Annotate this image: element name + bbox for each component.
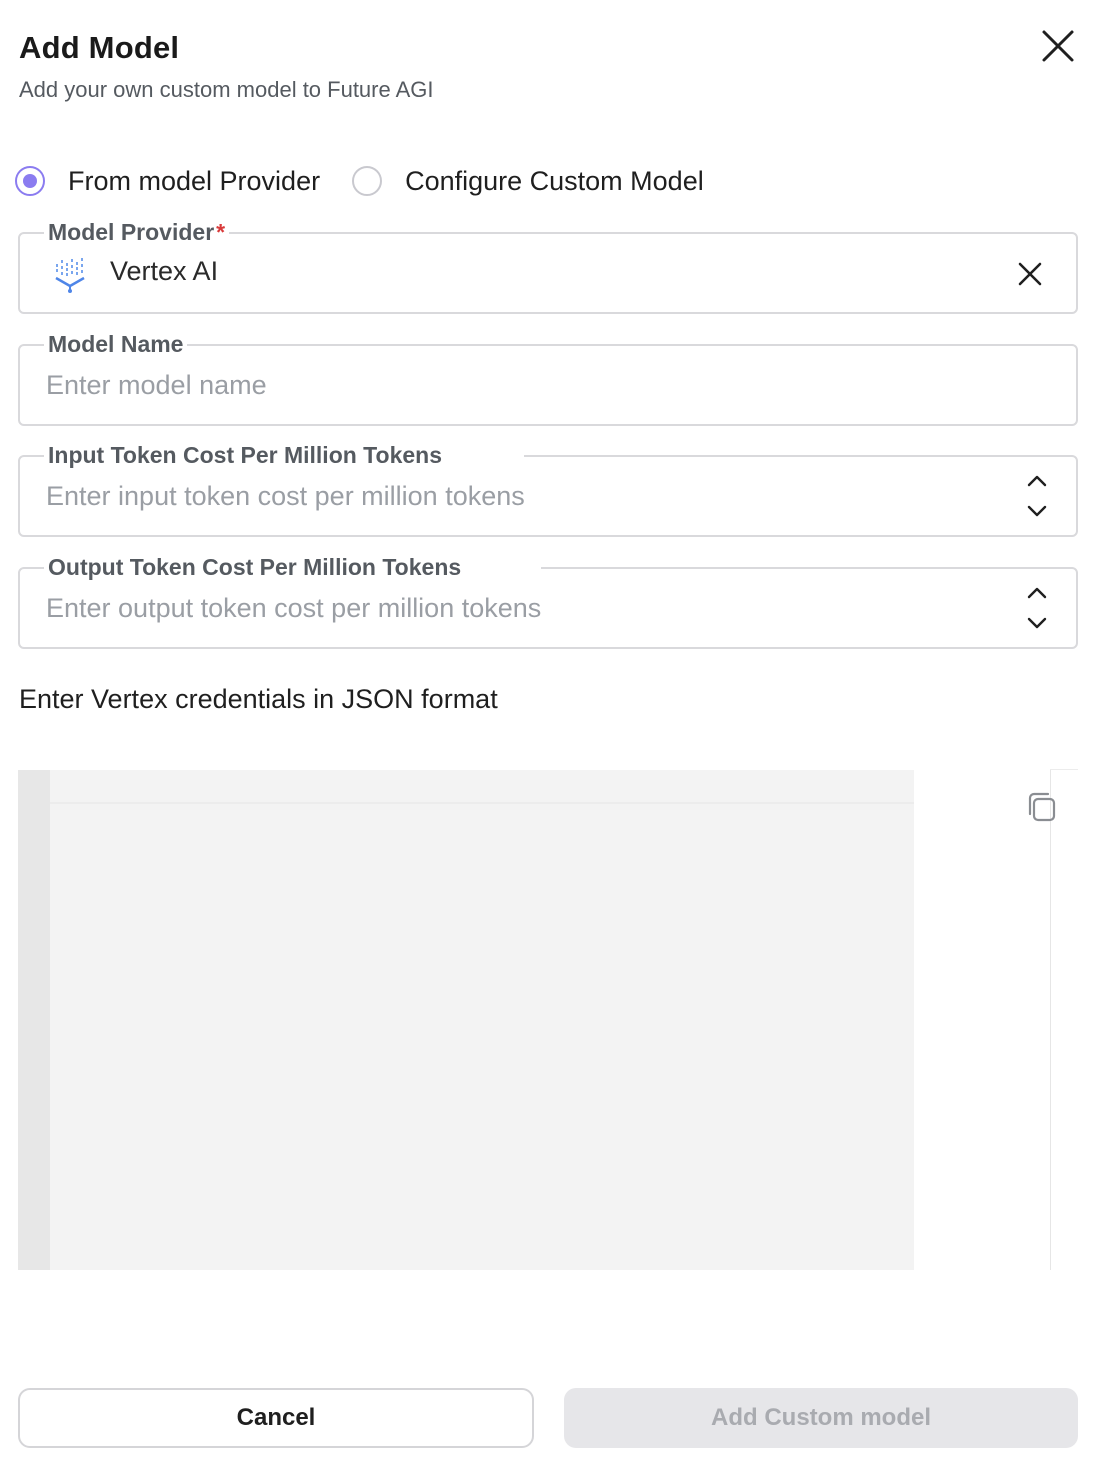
model-provider-select[interactable]: Model Provider* Vertex AI	[18, 217, 1078, 314]
model-source-radio-group: From model Provider Configure Custom Mod…	[15, 162, 704, 200]
vertex-ai-logo-icon	[52, 254, 90, 294]
radio-unchecked-icon[interactable]	[352, 166, 383, 196]
add-custom-model-button[interactable]: Add Custom model	[564, 1388, 1078, 1448]
radio-label: Configure Custom Model	[405, 165, 704, 196]
divider	[1050, 769, 1078, 770]
chevron-down-icon[interactable]	[1024, 613, 1050, 633]
dialog-title: Add Model	[19, 30, 180, 65]
field-label: Model Name	[44, 329, 188, 359]
close-icon[interactable]	[1038, 26, 1078, 66]
json-code-editor[interactable]	[18, 770, 914, 1270]
radio-label: From model Provider	[68, 165, 321, 196]
model-name-field: Model Name	[18, 329, 1078, 426]
field-label: Model Provider*	[44, 217, 230, 247]
model-provider-value: Vertex AI	[110, 256, 219, 286]
quantity-stepper	[1024, 583, 1050, 635]
input-token-cost-input[interactable]	[46, 479, 946, 513]
editor-gutter	[18, 770, 50, 1270]
copy-icon[interactable]	[1026, 790, 1058, 824]
radio-configure-custom-model[interactable]: Configure Custom Model	[352, 166, 704, 197]
credentials-prompt: Enter Vertex credentials in JSON format	[19, 684, 498, 714]
output-token-cost-field: Output Token Cost Per Million Tokens	[18, 552, 1078, 649]
add-model-dialog: Add Model Add your own custom model to F…	[0, 0, 1116, 1476]
required-asterisk: *	[216, 219, 226, 245]
radio-from-model-provider[interactable]: From model Provider	[15, 166, 320, 197]
input-token-cost-field: Input Token Cost Per Million Tokens	[18, 440, 1078, 537]
editor-active-line[interactable]	[50, 770, 914, 804]
dialog-subtitle: Add your own custom model to Future AGI	[19, 77, 434, 102]
field-label: Input Token Cost Per Million Tokens	[44, 440, 524, 470]
cancel-button[interactable]: Cancel	[18, 1388, 534, 1448]
chevron-up-icon[interactable]	[1024, 583, 1050, 603]
chevron-down-icon[interactable]	[1024, 501, 1050, 521]
clear-icon[interactable]	[1016, 260, 1044, 288]
field-label: Output Token Cost Per Million Tokens	[44, 552, 542, 582]
quantity-stepper	[1024, 471, 1050, 523]
radio-checked-icon[interactable]	[15, 166, 45, 196]
chevron-up-icon[interactable]	[1024, 471, 1050, 491]
divider	[1050, 770, 1051, 1270]
model-name-input[interactable]	[46, 368, 946, 402]
output-token-cost-input[interactable]	[46, 591, 946, 625]
